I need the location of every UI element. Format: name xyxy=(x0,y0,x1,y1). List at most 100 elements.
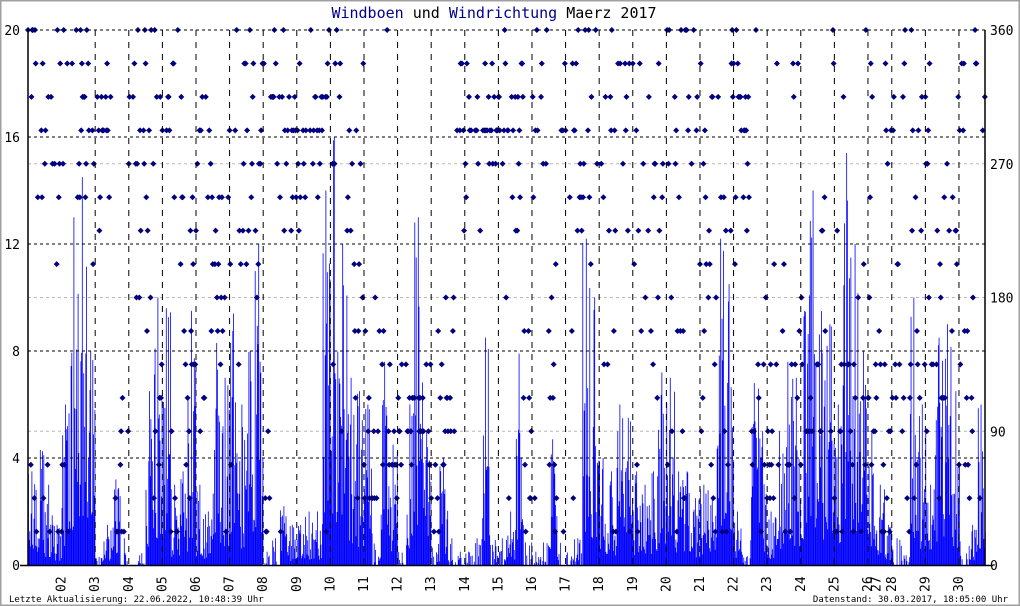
gust-bar xyxy=(625,471,626,565)
gust-bar xyxy=(204,558,206,565)
gust-bar xyxy=(387,509,389,565)
gust-bar xyxy=(520,529,521,565)
gust-bar xyxy=(468,551,470,566)
gust-bar xyxy=(494,559,495,565)
gust-bar xyxy=(239,461,241,565)
gust-bar xyxy=(84,426,85,565)
gust-bar xyxy=(714,549,716,565)
gust-bar xyxy=(220,542,222,565)
gust-bar xyxy=(770,511,772,565)
gust-bar xyxy=(102,561,103,565)
gust-bar xyxy=(400,563,402,565)
gust-bar xyxy=(817,498,819,565)
gust-bar xyxy=(190,497,192,565)
gust-bar xyxy=(935,420,937,565)
gust-bar xyxy=(72,529,73,565)
gust-bar xyxy=(413,511,415,565)
gust-bar xyxy=(514,559,516,565)
gust-bar xyxy=(698,499,700,565)
gust-bar xyxy=(662,528,663,565)
gust-bar xyxy=(592,538,593,565)
gust-bar xyxy=(850,257,852,565)
gust-bar xyxy=(886,535,888,565)
gust-bar xyxy=(801,538,803,565)
gust-bar xyxy=(846,153,848,566)
gust-bar xyxy=(324,512,325,565)
gust-bar xyxy=(959,541,961,565)
gust-bar xyxy=(931,524,933,565)
gust-bar xyxy=(286,534,288,565)
gust-bar xyxy=(519,432,521,565)
gust-bar xyxy=(513,532,514,565)
gust-bar xyxy=(554,473,556,565)
gust-bar xyxy=(572,558,574,565)
gust-bar xyxy=(530,559,532,565)
gust-bar xyxy=(368,501,369,565)
gust-bar xyxy=(858,413,860,565)
gust-bar xyxy=(46,525,47,565)
gust-bar xyxy=(52,525,54,565)
gust-bar xyxy=(443,458,444,565)
gust-bar xyxy=(468,552,470,565)
gust-bar xyxy=(235,402,236,565)
gust-bar xyxy=(459,558,460,565)
gust-bar xyxy=(305,516,306,565)
gust-bar xyxy=(816,482,818,565)
gust-bar xyxy=(515,530,516,565)
gust-bar xyxy=(427,535,429,565)
gust-bar xyxy=(460,557,462,565)
gust-bar xyxy=(333,140,334,566)
gust-bar xyxy=(626,532,628,565)
gust-bar xyxy=(615,546,617,565)
left-tick-label: 4 xyxy=(12,452,20,467)
gust-bar xyxy=(965,553,967,565)
gust-bar xyxy=(446,519,448,565)
x-tick-label: 16 xyxy=(525,576,540,592)
gust-bar xyxy=(884,489,885,565)
gust-bar xyxy=(712,521,714,565)
gust-bar xyxy=(639,505,641,565)
gust-bar xyxy=(68,413,70,565)
gust-bar xyxy=(232,330,234,565)
gust-bar xyxy=(782,453,784,565)
gust-bar xyxy=(109,558,111,565)
gust-bar xyxy=(641,494,643,565)
gust-bar xyxy=(654,532,656,565)
gust-bar xyxy=(422,382,423,565)
gust-bar xyxy=(758,522,760,565)
gust-bar xyxy=(69,521,71,565)
gust-bar xyxy=(292,558,294,565)
gust-bar xyxy=(257,344,259,565)
gust-bar xyxy=(219,421,220,565)
gust-bar xyxy=(354,496,355,565)
gust-bar xyxy=(904,558,906,565)
x-tick-label: 27 xyxy=(869,576,884,592)
gust-bar xyxy=(769,558,771,565)
gust-bar xyxy=(774,536,775,565)
gust-bar xyxy=(599,548,601,565)
gust-bar xyxy=(800,499,801,565)
gust-bar xyxy=(755,437,757,565)
gust-bar xyxy=(147,546,149,565)
gust-bar xyxy=(487,466,488,565)
gust-bar xyxy=(775,518,777,565)
gust-bar xyxy=(760,457,762,565)
gust-bar xyxy=(832,512,834,565)
gust-bar xyxy=(614,535,616,565)
gust-bar xyxy=(181,525,183,565)
gust-bar xyxy=(690,551,691,565)
gust-bar xyxy=(178,538,180,565)
gust-bar xyxy=(418,306,420,565)
gust-bar xyxy=(611,471,612,566)
gust-bar xyxy=(179,555,180,565)
gust-bar xyxy=(956,514,957,565)
gust-bar xyxy=(830,422,831,565)
gust-bar xyxy=(447,560,449,565)
gust-bar xyxy=(414,222,416,565)
gust-bar xyxy=(837,517,838,565)
gust-bar xyxy=(949,416,951,565)
gust-bar xyxy=(613,540,615,565)
gust-bar xyxy=(930,484,932,565)
gust-bar xyxy=(458,560,460,565)
gust-bar xyxy=(176,515,178,565)
